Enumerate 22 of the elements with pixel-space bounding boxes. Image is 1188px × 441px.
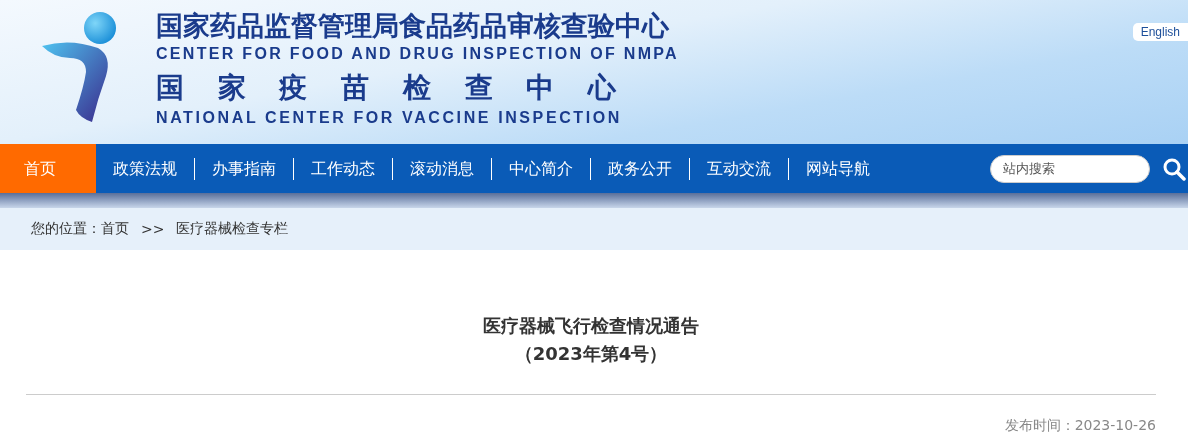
article-number: （2023年第4号） [513, 342, 669, 366]
publish-date: 发布时间：2023-10-26 [1003, 417, 1156, 435]
search-field[interactable]: 站内搜索 [990, 154, 1150, 183]
nav-item[interactable]: 政策法规 [96, 144, 194, 193]
site-title-english: CENTER FOR FOOD AND DRUG INSPECTION OF NMPA [156, 44, 679, 64]
nav-item[interactable]: 互动交流 [690, 144, 788, 193]
nav-item[interactable]: 滚动消息 [393, 144, 491, 193]
breadcrumb-link[interactable]: 首页 [101, 220, 129, 238]
nav-item[interactable]: 网站导航 [789, 144, 887, 193]
breadcrumb-separator: >> [141, 221, 165, 237]
site-title: 国家药品监督管理局食品药品审核查验中心 [156, 9, 670, 43]
site-subtitle: 国 家 疫 苗 检 查 中 心 [156, 70, 630, 106]
breadcrumb-label: 您的位置： [31, 220, 101, 238]
site-subtitle-english: NATIONAL CENTER FOR VACCINE INSPECTION [156, 108, 623, 128]
nav-item[interactable]: 政务公开 [591, 144, 689, 193]
article-title: 医疗器械飞行检查情况通告 [482, 314, 700, 338]
nav-item[interactable]: 办事指南 [195, 144, 293, 193]
search-icon[interactable] [1162, 156, 1186, 181]
nav-item[interactable]: 工作动态 [294, 144, 392, 193]
language-link[interactable]: English [1132, 23, 1188, 41]
nav-item[interactable]: 中心简介 [492, 144, 590, 193]
breadcrumb-link[interactable]: 医疗器械检查专栏 [176, 220, 289, 238]
